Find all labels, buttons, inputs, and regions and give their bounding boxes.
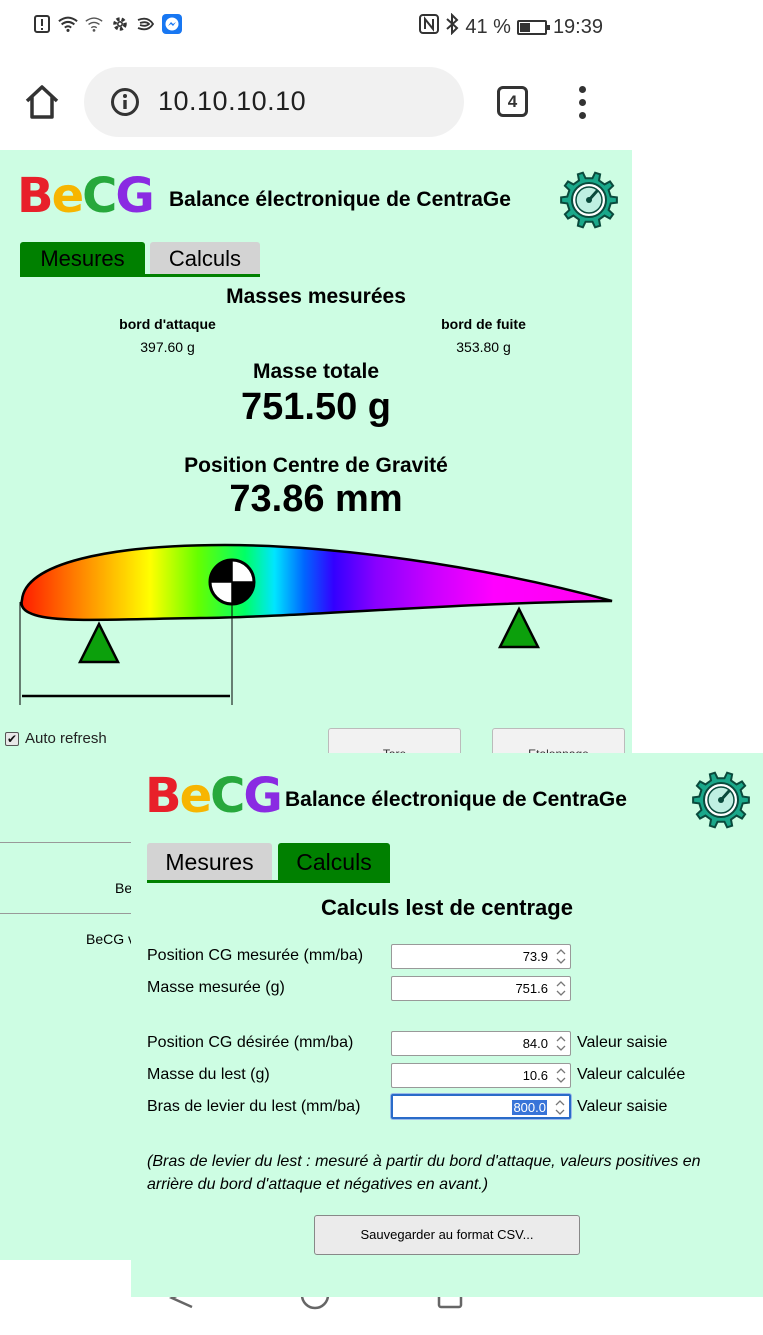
browser-toolbar: 10.10.10.10 4 — [0, 54, 763, 150]
address-bar[interactable]: 10.10.10.10 — [84, 67, 464, 137]
divider — [0, 913, 131, 914]
trailing-edge-value: 353.80 g — [456, 339, 511, 355]
ballast-arm-note: (Bras de levier du lest : mesuré à parti… — [147, 1153, 701, 1193]
logo-letter: G — [243, 768, 282, 824]
gear-gauge-icon[interactable] — [691, 770, 751, 830]
ballast-mass-input[interactable]: 10.6 — [391, 1063, 571, 1088]
measured-mass-input[interactable]: 751.6 — [391, 976, 571, 1001]
field-label: Masse mesurée (g) — [147, 979, 285, 996]
partial-text: Be — [115, 880, 133, 896]
spinner-icon[interactable] — [555, 980, 567, 997]
front-support-triangle — [77, 621, 121, 664]
total-mass-label: Masse totale — [252, 360, 380, 383]
swipe-icon — [136, 14, 156, 34]
tab-underline — [20, 274, 260, 277]
battery-percent: 41 % — [465, 15, 511, 38]
info-icon[interactable] — [110, 87, 140, 117]
spinner-icon[interactable] — [555, 1035, 567, 1052]
logo-letter: G — [115, 168, 154, 224]
field-note: Valeur calculée — [577, 1066, 686, 1083]
spinner-icon[interactable] — [555, 1067, 567, 1084]
leading-edge-label: bord d'attaque — [119, 316, 216, 332]
wing-profile-diagram — [19, 543, 613, 705]
clock: 19:39 — [552, 15, 603, 38]
logo-letter: B — [17, 168, 54, 224]
auto-refresh-toggle[interactable]: ✔ Auto refresh — [5, 730, 107, 747]
tab-switcher-button[interactable]: 4 — [497, 86, 528, 117]
tab-mesures[interactable]: Mesures — [20, 242, 145, 276]
bluetooth-icon — [445, 12, 459, 41]
trailing-edge-label: bord de fuite — [441, 316, 526, 332]
spinner-icon[interactable] — [555, 948, 567, 965]
settings-icon — [110, 14, 130, 34]
tab-calculs[interactable]: Calculs — [278, 843, 390, 882]
cg-value: 73.86 mm — [229, 478, 403, 520]
wifi-icon — [58, 14, 78, 34]
nfc-icon — [419, 14, 440, 40]
calculs-page: BeCG Balance électronique de CentraGe Me… — [131, 753, 763, 1297]
tab-mesures[interactable]: Mesures — [147, 843, 272, 882]
cg-marker-icon — [208, 558, 256, 606]
divider — [0, 842, 131, 843]
field-label: Position CG mesurée (mm/ba) — [147, 947, 364, 964]
becg-logo: BeCG — [145, 766, 283, 826]
becg-logo: BeCG — [17, 166, 155, 226]
home-icon[interactable] — [22, 82, 62, 122]
status-icons-right: 41 % 19:39 — [419, 12, 603, 41]
tab-calculs[interactable]: Calculs — [150, 242, 260, 276]
auto-refresh-checkbox[interactable]: ✔ — [5, 731, 19, 746]
gear-gauge-icon[interactable] — [559, 170, 619, 230]
version-text: BeCG v — [86, 931, 136, 947]
calculs-heading: Calculs lest de centrage — [321, 895, 573, 920]
total-mass-value: 751.50 g — [241, 386, 391, 428]
logo-letter: e — [179, 768, 213, 824]
wing-profile — [20, 543, 613, 622]
leading-edge-value: 397.60 g — [140, 339, 195, 355]
field-note: Valeur saisie — [577, 1034, 668, 1051]
url-text[interactable]: 10.10.10.10 — [158, 86, 306, 117]
app-title: Balance électronique de CentraGe — [169, 188, 511, 211]
messenger-icon — [162, 14, 182, 34]
ballast-arm-input[interactable]: 800.0 — [391, 1094, 571, 1119]
tab-underline — [147, 880, 390, 883]
app-title: Balance électronique de CentraGe — [285, 788, 627, 811]
spinner-icon[interactable] — [554, 1099, 566, 1116]
mesures-page: BeCG Balance électronique de CentraGe Me… — [0, 150, 632, 758]
logo-letter: C — [82, 168, 117, 224]
alert-icon — [32, 14, 52, 34]
logo-letter: C — [210, 768, 245, 824]
save-csv-button[interactable]: Sauvegarder au format CSV... — [314, 1215, 580, 1255]
auto-refresh-label: Auto refresh — [25, 730, 107, 747]
battery-icon — [516, 19, 550, 35]
logo-letter: B — [145, 768, 182, 824]
field-label: Position CG désirée (mm/ba) — [147, 1034, 354, 1051]
masses-heading: Masses mesurées — [226, 285, 406, 308]
field-label: Bras de levier du lest (mm/ba) — [147, 1098, 361, 1115]
measured-cg-input[interactable]: 73.9 — [391, 944, 571, 969]
status-bar: 41 % 19:39 — [0, 0, 763, 54]
field-label: Masse du lest (g) — [147, 1066, 270, 1083]
desired-cg-input[interactable]: 84.0 — [391, 1031, 571, 1056]
rear-support-triangle — [497, 606, 541, 649]
overflow-menu-icon[interactable] — [570, 84, 594, 120]
wifi-calling-icon — [84, 14, 104, 34]
cg-label: Position Centre de Gravité — [184, 454, 448, 477]
status-icons-left — [32, 14, 182, 34]
field-note: Valeur saisie — [577, 1098, 668, 1115]
logo-letter: e — [51, 168, 85, 224]
